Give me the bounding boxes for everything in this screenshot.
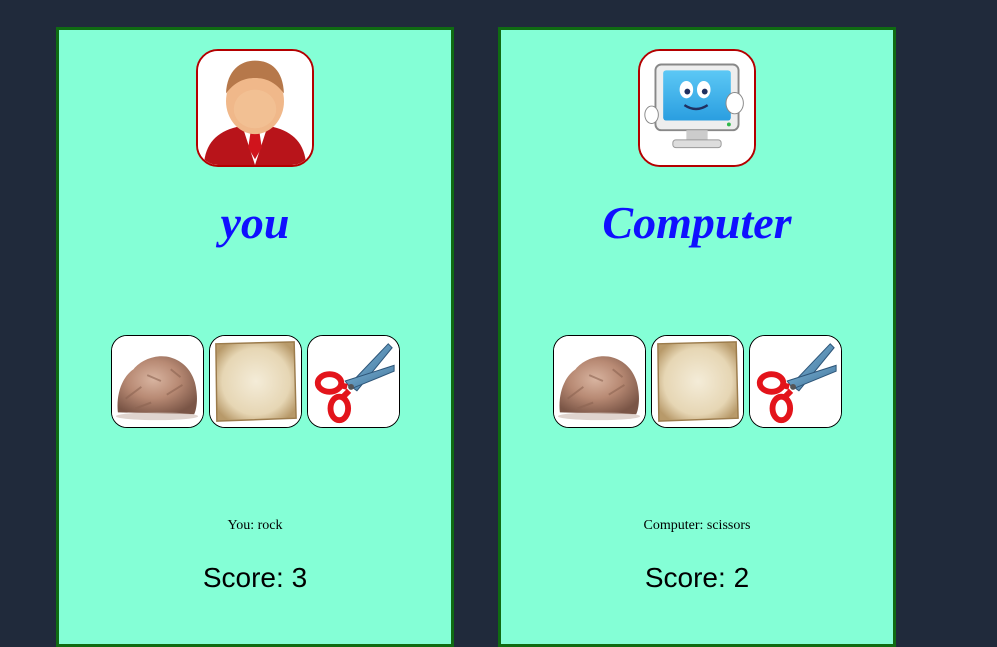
paper-choice-button[interactable] (208, 335, 302, 428)
scissors-icon (308, 336, 399, 427)
computer-panel: Computer Computer: scissors Score: 2 (498, 27, 896, 647)
computer-score: Score: 2 (644, 562, 750, 593)
scissors-choice-tile (748, 335, 842, 428)
player-panel: you You: rock Score: 3 (56, 27, 454, 647)
scissors-choice-button[interactable] (306, 335, 400, 428)
paper-choice-tile (650, 335, 744, 428)
scissors-icon (750, 336, 841, 427)
player-score: Score: 3 (202, 562, 308, 593)
computer-monitor-icon (638, 49, 756, 167)
computer-choice-display (501, 335, 893, 428)
player-last-move: You: rock (227, 518, 283, 533)
rock-choice-button[interactable] (110, 335, 204, 428)
rock-icon (554, 336, 645, 427)
rock-choice-tile (552, 335, 646, 428)
rock-icon (112, 336, 203, 427)
businessman-avatar-icon (196, 49, 314, 167)
player-choice-buttons (59, 335, 451, 428)
paper-icon (652, 336, 743, 427)
computer-last-move: Computer: scissors (643, 518, 751, 533)
player-name: you (220, 197, 290, 248)
computer-name: Computer (602, 197, 792, 248)
paper-icon (210, 336, 301, 427)
